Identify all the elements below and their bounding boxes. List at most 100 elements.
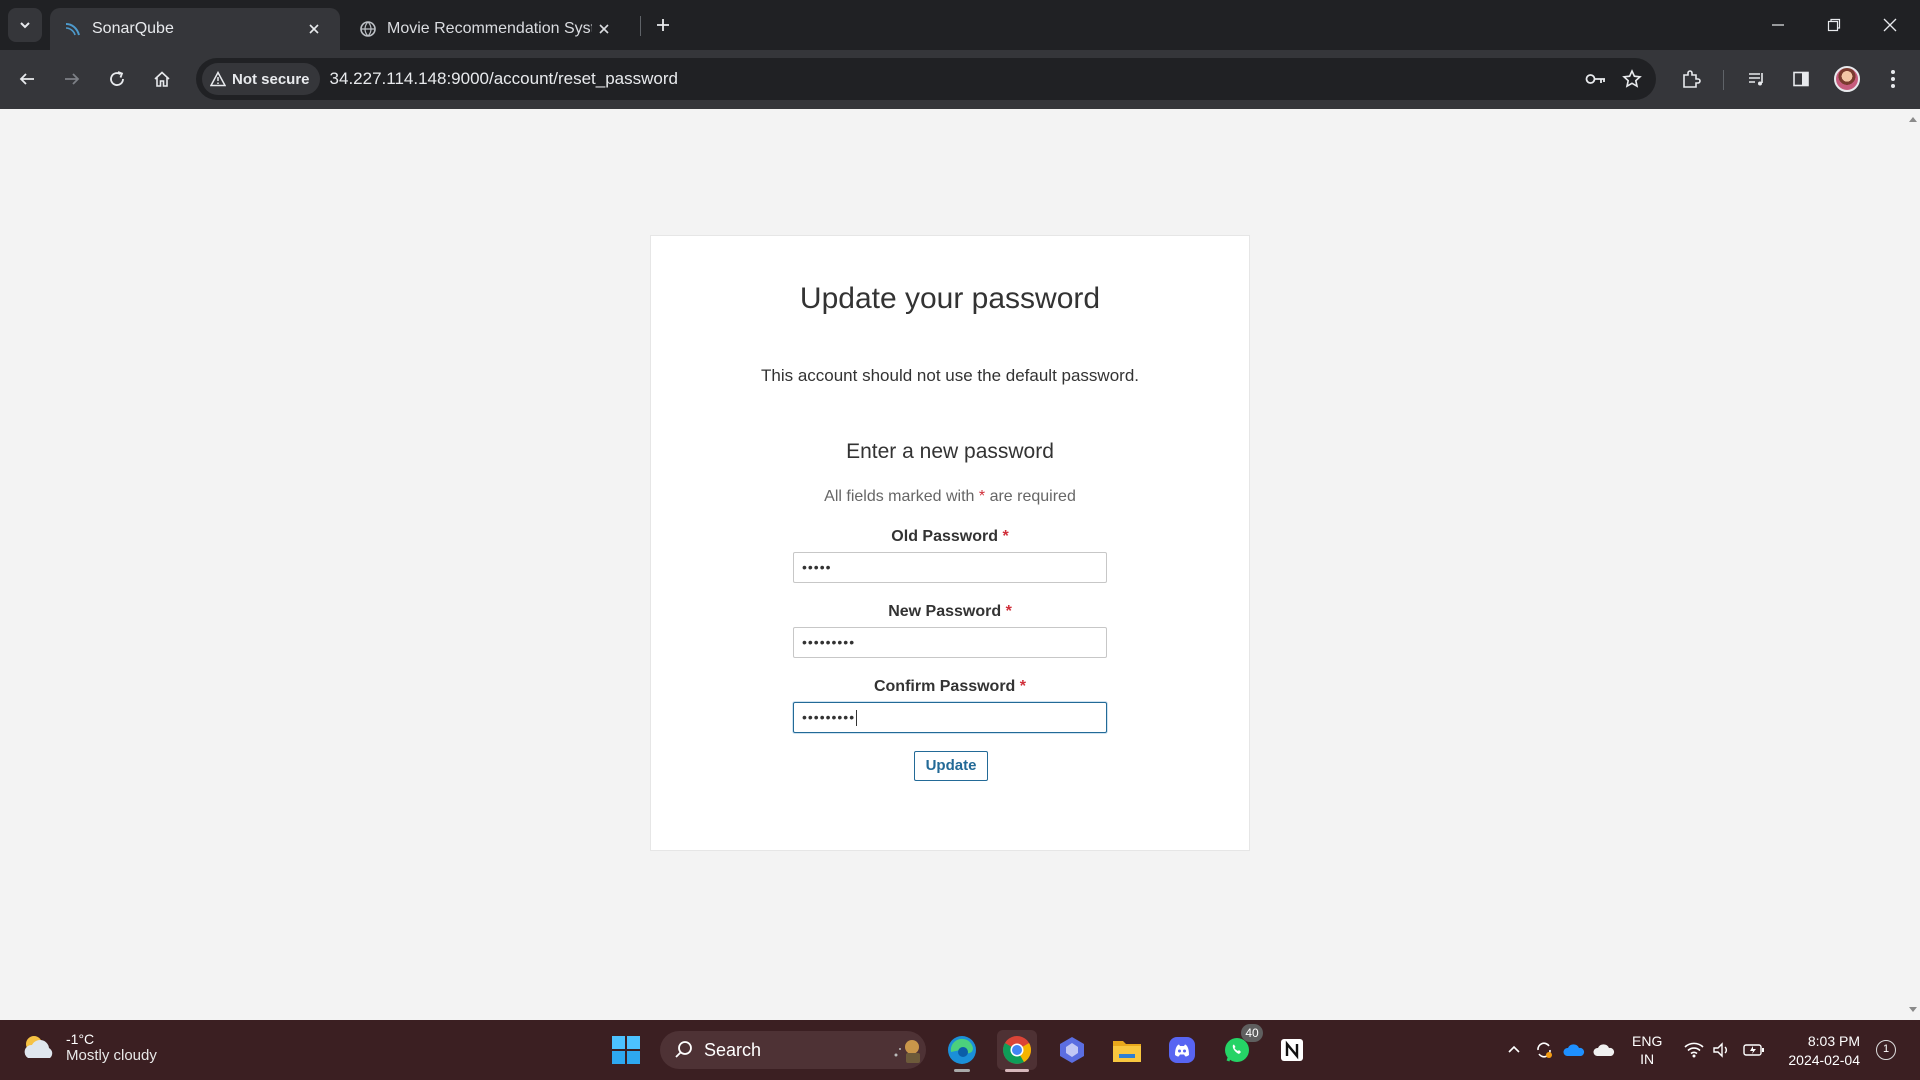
windows-taskbar: -1°C Mostly cloudy Search 40 ENG IN 8:03… <box>0 1020 1920 1080</box>
notification-center-badge[interactable]: 1 <box>1876 1040 1896 1060</box>
toolbar-separator <box>1723 70 1724 90</box>
search-highlight-icon <box>894 1040 920 1063</box>
confirm-password-label: Confirm Password * <box>873 678 1027 695</box>
show-hidden-icons-button[interactable] <box>1502 1038 1526 1062</box>
more-vertical-icon <box>1891 70 1895 88</box>
file-explorer-taskbar-icon[interactable] <box>1107 1030 1147 1070</box>
menu-button[interactable] <box>1876 62 1910 96</box>
plus-icon <box>657 19 669 31</box>
volume-tray-icon[interactable] <box>1710 1038 1734 1062</box>
required-fields-note: All fields marked with * are required <box>651 488 1249 506</box>
required-note-text: are required <box>989 488 1076 505</box>
sync-tray-icon[interactable] <box>1532 1038 1556 1062</box>
tab-bar: SonarQube Movie Recommendation System <box>0 0 1920 50</box>
minimize-button[interactable] <box>1750 0 1806 50</box>
edge-icon <box>948 1036 976 1064</box>
search-icon <box>675 1041 692 1058</box>
key-icon <box>1585 74 1605 84</box>
new-password-label: New Password * <box>888 603 1012 620</box>
copilot-icon <box>1060 1037 1084 1063</box>
discord-taskbar-icon[interactable] <box>1162 1030 1202 1070</box>
back-button[interactable] <box>10 62 44 96</box>
home-button[interactable] <box>145 62 179 96</box>
start-button[interactable] <box>606 1030 646 1070</box>
system-clock[interactable]: 8:03 PM 2024-02-04 <box>1780 1032 1860 1070</box>
chrome-taskbar-icon[interactable] <box>997 1030 1037 1072</box>
input-language-indicator[interactable]: ENG IN <box>1632 1032 1662 1068</box>
clock-time: 8:03 PM <box>1807 1033 1860 1049</box>
taskbar-search[interactable]: Search <box>660 1031 926 1069</box>
avatar <box>1834 66 1860 92</box>
onedrive-tray-icon[interactable] <box>1562 1038 1586 1062</box>
address-bar[interactable]: Not secure 34.227.114.148:9000/account/r… <box>196 58 1656 100</box>
reload-icon <box>110 71 124 86</box>
close-tab-icon[interactable] <box>302 17 326 41</box>
cloud-white-icon <box>1593 1044 1615 1056</box>
update-button[interactable]: Update <box>914 751 988 781</box>
whatsapp-unread-badge: 40 <box>1241 1024 1263 1042</box>
sonarqube-favicon-icon <box>65 23 80 36</box>
bookmark-button[interactable] <box>1614 61 1650 97</box>
battery-tray-icon[interactable] <box>1742 1038 1766 1062</box>
close-tab-icon[interactable] <box>592 17 616 41</box>
speaker-icon <box>1713 1042 1727 1058</box>
page-scrollbar[interactable] <box>1906 109 1920 1020</box>
new-password-field: New Password * ••••••••• <box>793 603 1107 658</box>
tab-title: SonarQube <box>92 20 174 37</box>
home-icon <box>154 71 170 87</box>
side-panel-button[interactable] <box>1784 62 1818 96</box>
tab-separator <box>640 16 641 36</box>
onedrive-personal-tray-icon[interactable] <box>1592 1038 1616 1062</box>
tab-movie-recommendation[interactable]: Movie Recommendation System <box>345 8 630 50</box>
whatsapp-taskbar-icon[interactable]: 40 <box>1217 1024 1263 1070</box>
weather-description: Mostly cloudy <box>66 1046 157 1064</box>
sync-icon <box>1537 1042 1552 1058</box>
weather-temperature: -1°C <box>66 1030 95 1047</box>
site-info-chip[interactable]: Not secure <box>202 63 320 95</box>
notion-taskbar-icon[interactable] <box>1272 1030 1312 1070</box>
close-window-button[interactable] <box>1862 0 1918 50</box>
reset-password-card: Update your password This account should… <box>650 235 1250 851</box>
form-subtitle: Enter a new password <box>846 440 1054 463</box>
warning-triangle-icon <box>210 71 226 87</box>
restore-button[interactable] <box>1806 0 1862 50</box>
chevron-up-icon <box>1508 1045 1520 1053</box>
profile-button[interactable] <box>1830 62 1864 96</box>
puzzle-icon <box>1683 70 1701 88</box>
confirm-password-value: ••••••••• <box>802 709 856 725</box>
tab-search-button[interactable] <box>8 8 42 42</box>
old-password-field: Old Password * ••••• <box>793 528 1107 583</box>
folder-icon <box>1113 1041 1141 1062</box>
forward-button[interactable] <box>55 62 89 96</box>
edge-taskbar-icon[interactable] <box>942 1030 982 1072</box>
new-tab-button[interactable] <box>648 10 678 40</box>
old-password-input[interactable]: ••••• <box>793 552 1107 583</box>
copilot-taskbar-icon[interactable] <box>1052 1030 1092 1070</box>
arrow-left-icon <box>19 73 34 85</box>
required-asterisk: * <box>978 488 986 505</box>
extensions-button[interactable] <box>1674 62 1708 96</box>
globe-icon <box>360 21 376 37</box>
password-manager-button[interactable] <box>1578 61 1614 97</box>
url-text[interactable]: 34.227.114.148:9000/account/reset_passwo… <box>330 69 1578 89</box>
restore-icon <box>1827 18 1841 32</box>
old-password-label: Old Password * <box>891 528 1009 545</box>
scroll-up-arrow-icon[interactable] <box>1909 117 1917 122</box>
media-control-button[interactable] <box>1740 62 1774 96</box>
running-indicator <box>954 1069 970 1072</box>
clock-date: 2024-02-04 <box>1788 1052 1860 1068</box>
reload-button[interactable] <box>100 62 134 96</box>
queue-music-icon <box>1749 73 1763 86</box>
region-code: IN <box>1640 1051 1655 1067</box>
page-viewport: Update your password This account should… <box>0 109 1906 1020</box>
scroll-down-arrow-icon[interactable] <box>1909 1007 1917 1012</box>
wifi-icon <box>1684 1042 1704 1058</box>
discord-icon <box>1169 1037 1195 1063</box>
wifi-tray-icon[interactable] <box>1682 1038 1706 1062</box>
tab-sonarqube[interactable]: SonarQube <box>50 8 340 50</box>
default-password-warning: This account should not use the default … <box>760 366 1139 385</box>
new-password-input[interactable]: ••••••••• <box>793 627 1107 658</box>
weather-widget[interactable]: -1°C Mostly cloudy <box>20 1028 157 1066</box>
search-label: Search <box>704 1039 762 1060</box>
confirm-password-input[interactable]: ••••••••• <box>793 702 1107 733</box>
